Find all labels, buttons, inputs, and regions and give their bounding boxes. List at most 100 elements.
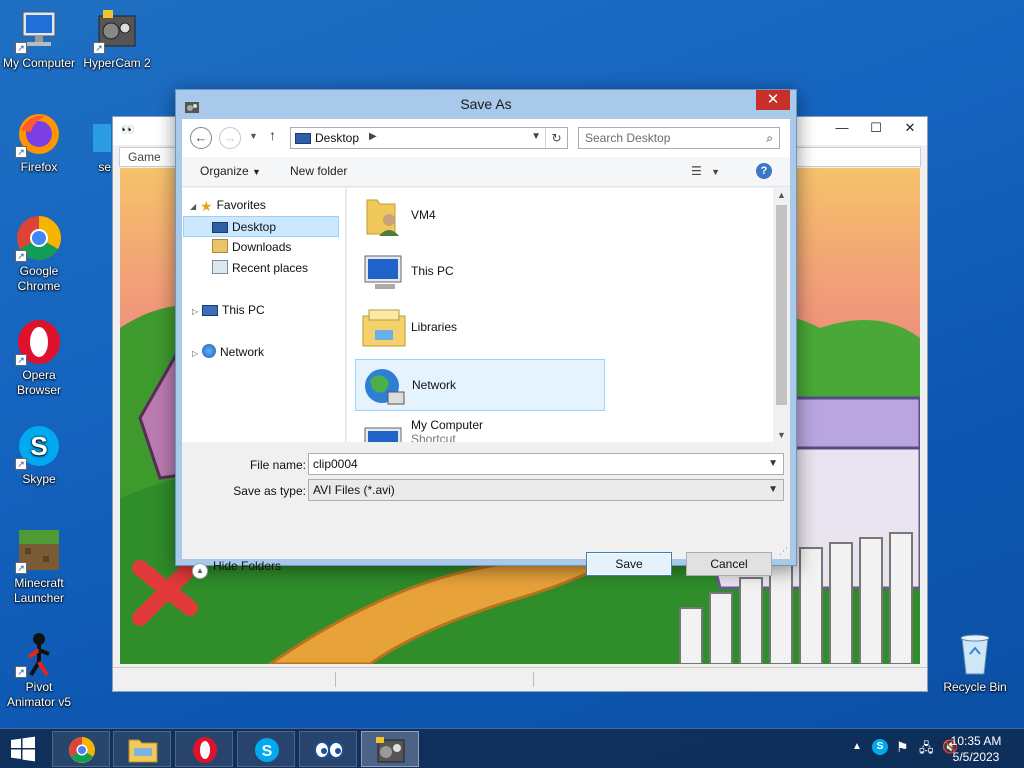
file-name: This PC <box>411 264 454 278</box>
scroll-down-arrow-icon[interactable]: ▼ <box>773 430 790 440</box>
clock-time: 10:35 AM <box>950 734 1002 748</box>
maximize-button[interactable]: ☐ <box>859 117 893 139</box>
desktop-icon-skype[interactable]: S ↗ Skype <box>1 422 77 487</box>
taskbar-hypercam[interactable] <box>361 731 419 767</box>
minimize-button[interactable]: — <box>825 117 859 139</box>
collapse-icon[interactable]: ◢ <box>190 196 200 217</box>
back-button[interactable]: ← <box>190 127 212 149</box>
desktop-icon-se[interactable]: se <box>79 118 111 175</box>
eyes-app-icon: 👀 <box>121 124 135 136</box>
show-hidden-icons-button[interactable]: ▲ <box>852 741 862 752</box>
nav-label: Network <box>220 345 265 359</box>
start-button[interactable] <box>0 729 46 768</box>
desktop-icon-my-computer[interactable]: ↗ My Computer <box>1 6 77 71</box>
file-list[interactable]: VM4 This PC Libraries Network My Compute… <box>347 188 790 442</box>
desktop-icon-label: HyperCam 2 <box>83 56 151 70</box>
dialog-titlebar[interactable]: Save As ✕ <box>176 90 796 118</box>
file-item-vm4[interactable]: VM4 <box>355 190 605 242</box>
file-item-network[interactable]: Network <box>355 359 605 411</box>
desktop-icon-opera[interactable]: ↗ Opera Browser <box>1 318 77 398</box>
dialog-title: Save As <box>460 96 512 112</box>
desktop-icon-label: Pivot Animator v5 <box>6 680 72 709</box>
network-status-icon[interactable]: 🖧 <box>919 739 934 761</box>
save-as-dialog[interactable]: Save As ✕ ← → ▼ ↑ Desktop ▶ ▼ ↻ ⌕ Organi… <box>175 89 797 579</box>
taskbar-opera[interactable] <box>175 731 233 767</box>
clock[interactable]: 10:35 AM 5/5/2023 <box>946 733 1006 765</box>
nav-item-desktop[interactable]: Desktop <box>183 216 339 237</box>
recent-locations-dropdown[interactable]: ▼ <box>249 131 258 141</box>
new-folder-button[interactable]: New folder <box>290 164 347 178</box>
computer-icon <box>361 414 407 442</box>
search-box[interactable]: ⌕ <box>578 127 780 149</box>
opera-icon <box>193 737 217 763</box>
close-button[interactable]: ✕ <box>893 117 927 139</box>
taskbar-file-explorer[interactable] <box>113 731 171 767</box>
organize-button[interactable]: Organize ▼ <box>200 164 261 178</box>
file-name-input[interactable] <box>313 457 753 471</box>
forward-button[interactable]: → <box>219 127 241 149</box>
computer-icon <box>361 250 407 294</box>
file-list-scrollbar[interactable]: ▲ ▼ <box>773 188 790 442</box>
breadcrumb-arrow-icon[interactable]: ▶ <box>369 131 377 142</box>
taskbar-eyes-app[interactable] <box>299 731 357 767</box>
address-history-dropdown[interactable]: ▼ <box>531 131 541 142</box>
view-options-button[interactable]: ☰ ▼ <box>691 164 720 178</box>
address-location[interactable]: Desktop <box>315 131 359 145</box>
address-bar[interactable]: Desktop ▶ ▼ ↻ <box>290 127 568 149</box>
desktop-icon-minecraft[interactable]: ↗ Minecraft Launcher <box>1 526 77 606</box>
desktop-icon-hypercam[interactable]: ↗ HyperCam 2 <box>79 6 155 71</box>
save-button[interactable]: Save <box>586 552 672 576</box>
expand-icon[interactable]: ▷ <box>192 301 202 322</box>
chevron-down-icon[interactable]: ▼ <box>768 484 778 495</box>
file-name: Network <box>412 378 457 392</box>
resize-grip-icon[interactable]: ⋰ <box>779 546 788 557</box>
scrollbar-thumb[interactable] <box>776 205 787 405</box>
svg-text:S: S <box>262 743 273 760</box>
nav-label: Downloads <box>232 240 292 254</box>
desktop-icon-firefox[interactable]: ↗ Firefox <box>1 110 77 175</box>
recycle-bin-icon <box>951 630 999 678</box>
expand-icon[interactable]: ▷ <box>192 343 202 364</box>
nav-item-network[interactable]: ▷ Network <box>192 342 264 363</box>
search-icon[interactable]: ⌕ <box>766 131 773 146</box>
cancel-button[interactable]: Cancel <box>686 552 772 576</box>
taskbar-chrome[interactable] <box>52 731 110 767</box>
navigation-pane[interactable]: ◢ ★ Favorites Desktop Downloads Recent pla… <box>182 188 346 442</box>
scroll-up-arrow-icon[interactable]: ▲ <box>773 190 790 200</box>
file-item-libraries[interactable]: Libraries <box>355 302 605 354</box>
save-type-select[interactable]: AVI Files (*.avi) ▼ <box>308 479 784 501</box>
menu-item-game[interactable]: Game <box>120 148 169 166</box>
refresh-button[interactable]: ↻ <box>545 128 567 148</box>
shortcut-icon <box>79 118 111 158</box>
file-name-combobox[interactable]: ▼ <box>308 453 784 475</box>
file-name: Libraries <box>411 320 458 334</box>
hide-folders-toggle[interactable]: ▲ Hide Folders <box>192 559 281 579</box>
desktop-icon-label: Skype <box>22 472 56 486</box>
search-input[interactable] <box>585 131 755 145</box>
hypercam-icon <box>376 737 405 763</box>
svg-text:S: S <box>30 431 47 461</box>
taskbar-skype[interactable]: S <box>237 731 295 767</box>
desktop-icon-label: se <box>98 160 111 174</box>
nav-item-recent-places[interactable]: Recent places <box>212 258 308 279</box>
downloads-folder-icon <box>212 239 228 253</box>
file-item-this-pc[interactable]: This PC <box>355 246 605 298</box>
minecraft-icon: ↗ <box>15 526 63 574</box>
dialog-close-button[interactable]: ✕ <box>756 90 790 110</box>
monitor-icon: ↗ <box>15 6 63 54</box>
desktop-icon-pivot[interactable]: ↗ Pivot Animator v5 <box>1 630 77 710</box>
nav-item-downloads[interactable]: Downloads <box>212 237 291 258</box>
desktop-icon-chrome[interactable]: ↗ Google Chrome <box>1 214 77 294</box>
file-item-my-computer[interactable]: My Computer Shortcut <box>355 410 605 442</box>
chevron-down-icon[interactable]: ▼ <box>768 458 778 469</box>
nav-item-this-pc[interactable]: ▷ This PC <box>192 300 265 321</box>
file-name-row: File name: ▼ <box>182 453 790 477</box>
skype-tray-icon[interactable]: S <box>872 739 888 755</box>
nav-item-favorites[interactable]: ◢ ★ Favorites <box>190 195 266 216</box>
action-center-flag-icon[interactable]: ⚑ <box>896 739 909 756</box>
help-icon[interactable]: ? <box>756 163 772 179</box>
desktop-icon-recycle-bin[interactable]: Recycle Bin <box>937 630 1013 695</box>
up-button[interactable]: ↑ <box>269 127 276 143</box>
clock-date: 5/5/2023 <box>952 750 1000 764</box>
windows-logo-icon <box>11 736 35 762</box>
